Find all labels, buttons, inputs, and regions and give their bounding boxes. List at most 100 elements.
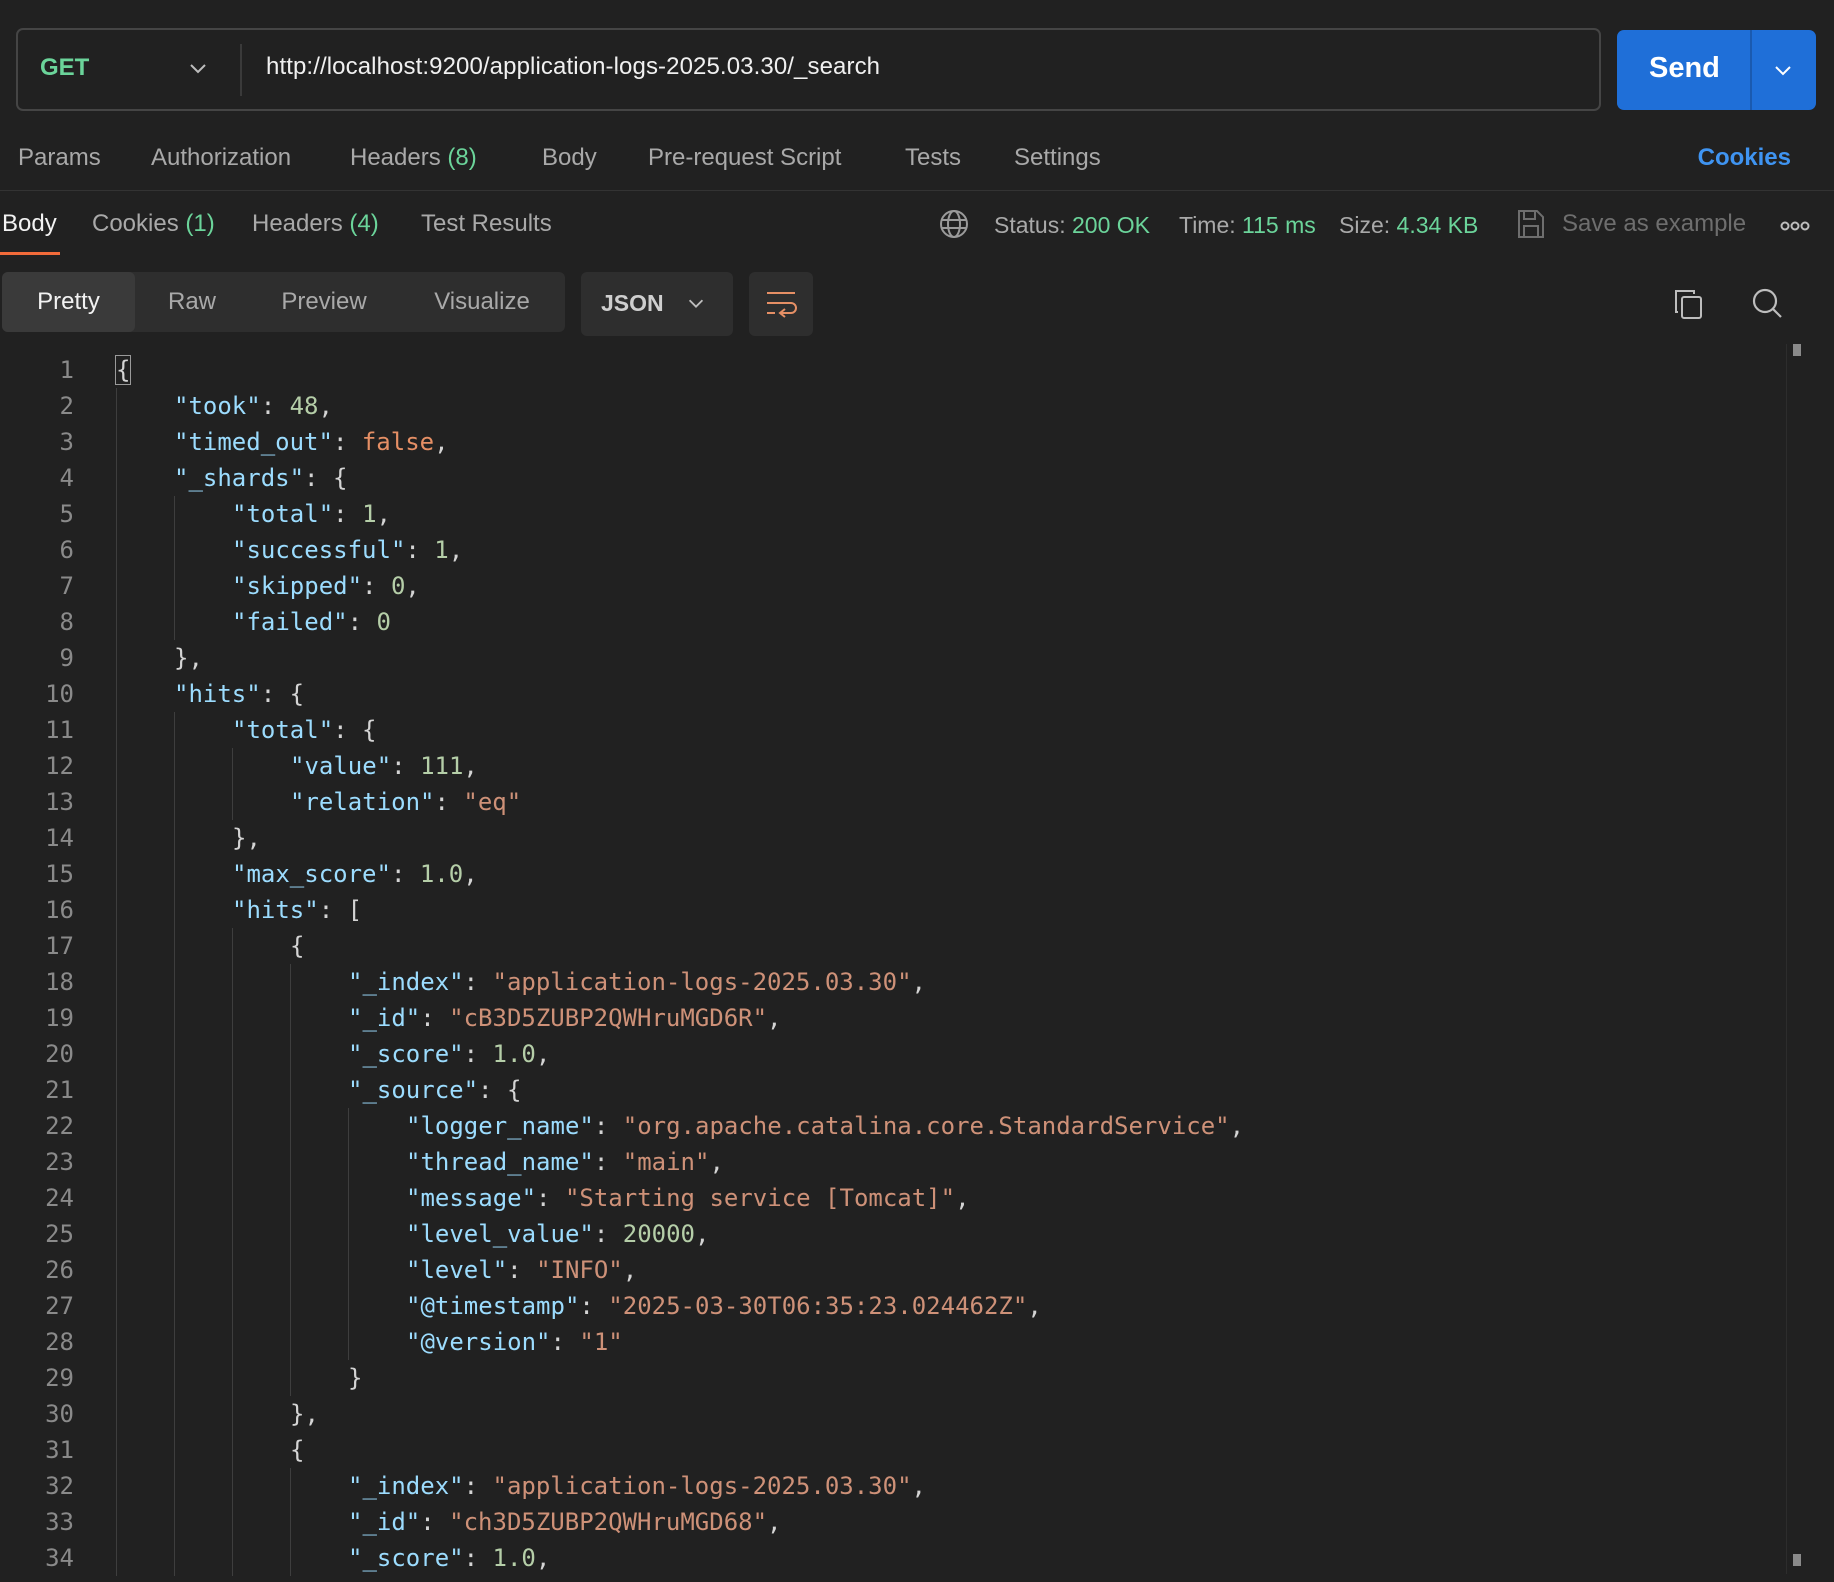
- method-select[interactable]: GET: [18, 30, 240, 109]
- code-token: :: [332, 428, 362, 456]
- indent-guide: [116, 1036, 117, 1072]
- response-tab-cookies[interactable]: Cookies (1): [92, 210, 215, 238]
- more-icon[interactable]: [1780, 220, 1810, 232]
- view-mode-visualize[interactable]: Visualize: [399, 272, 565, 332]
- cookies-link[interactable]: Cookies: [1698, 144, 1791, 172]
- indent-guide: [116, 712, 117, 748]
- indent-guide: [174, 496, 175, 532]
- code-token: :: [463, 1472, 493, 1500]
- code-token: {: [114, 355, 132, 385]
- code-text: "successful": 1,: [232, 532, 463, 568]
- line-number: 31: [45, 1436, 74, 1464]
- code-text: {: [114, 352, 132, 388]
- indent-guide: [116, 460, 117, 496]
- tab-headers[interactable]: Headers (8): [350, 144, 477, 172]
- code-line: 16 "hits": [: [0, 892, 1790, 928]
- code-line: 3 "timed_out": false,: [0, 424, 1790, 460]
- tab-pre-request-script[interactable]: Pre-request Script: [648, 144, 841, 172]
- indent-guide: [232, 1072, 233, 1108]
- line-number: 23: [45, 1148, 74, 1176]
- code-text: "_index": "application-logs-2025.03.30",: [348, 1468, 926, 1504]
- copy-icon[interactable]: [1672, 287, 1704, 321]
- view-mode-pretty[interactable]: Pretty: [2, 272, 135, 332]
- send-label: Send: [1649, 52, 1720, 84]
- code-token: :: [347, 608, 377, 636]
- tab-body[interactable]: Body: [542, 144, 597, 172]
- code-token: : {: [260, 680, 305, 708]
- code-token: 48: [289, 392, 319, 420]
- response-body-editor[interactable]: 1{2 "took": 48, 3 "timed_out": false, 4 "_sha…: [0, 344, 1790, 1582]
- format-select[interactable]: JSON: [581, 272, 733, 336]
- code-token: :: [536, 1184, 565, 1212]
- response-tab-headers[interactable]: Headers (4): [252, 210, 379, 238]
- indent-guide: [116, 532, 117, 568]
- code-token: "org.apache.catalina.core.StandardServic…: [622, 1112, 1230, 1140]
- status-value[interactable]: 200 OK: [1072, 212, 1150, 238]
- view-mode-preview[interactable]: Preview: [249, 272, 399, 332]
- code-text: "_index": "application-logs-2025.03.30",: [348, 964, 926, 1000]
- indent-guide: [174, 712, 175, 748]
- code-line: 11 "total": {: [0, 712, 1790, 748]
- line-number: 4: [59, 464, 74, 492]
- divider: [240, 44, 242, 96]
- format-label: JSON: [601, 290, 664, 316]
- code-text: "value": 111,: [290, 748, 478, 784]
- response-tab-test-results[interactable]: Test Results: [421, 210, 552, 238]
- indent-guide: [116, 856, 117, 892]
- indent-guide: [174, 892, 175, 928]
- code-text: "max_score": 1.0,: [232, 856, 478, 892]
- response-tab-body[interactable]: Body: [2, 210, 57, 238]
- indent-guide: [174, 1000, 175, 1036]
- response-tab-headers-label: Headers: [252, 210, 343, 237]
- code-text: "message": "Starting service [Tomcat]",: [406, 1180, 970, 1216]
- code-text: "hits": [: [232, 892, 362, 928]
- code-token: "_shards": [174, 464, 305, 492]
- vertical-scrollbar[interactable]: [1786, 344, 1805, 1574]
- url-input[interactable]: http://localhost:9200/application-logs-2…: [266, 53, 880, 81]
- line-number: 27: [45, 1292, 74, 1320]
- code-line: 21 "_source": {: [0, 1072, 1790, 1108]
- code-line: 25 "level_value": 20000,: [0, 1216, 1790, 1252]
- code-token: "thread_name": [406, 1148, 594, 1176]
- tab-params[interactable]: Params: [18, 144, 101, 172]
- indent-guide: [232, 1252, 233, 1288]
- indent-guide: [174, 1396, 175, 1432]
- indent-guide: [116, 1468, 117, 1504]
- search-icon[interactable]: [1750, 286, 1784, 320]
- code-line: 17 {: [0, 928, 1790, 964]
- code-token: "successful": [232, 536, 406, 564]
- indent-guide: [232, 964, 233, 1000]
- code-token: "max_score": [232, 860, 391, 888]
- chevron-down-icon: [688, 299, 704, 308]
- time-value[interactable]: 115 ms: [1242, 212, 1316, 238]
- indent-guide: [174, 1036, 175, 1072]
- code-token: :: [463, 968, 493, 996]
- view-mode-raw[interactable]: Raw: [135, 272, 249, 332]
- tab-tests[interactable]: Tests: [905, 144, 961, 172]
- wrap-lines-button[interactable]: [749, 272, 813, 336]
- code-text: "_score": 1.0,: [348, 1540, 550, 1576]
- chevron-down-icon[interactable]: [1771, 58, 1795, 82]
- indent-guide: [232, 1036, 233, 1072]
- code-text: "_id": "ch3D5ZUBP2QWHruMGD68",: [348, 1504, 782, 1540]
- line-number: 6: [59, 536, 74, 564]
- indent-guide: [116, 748, 117, 784]
- tab-authorization[interactable]: Authorization: [151, 144, 291, 172]
- code-token: 20000: [622, 1220, 695, 1248]
- cookies-count: (1): [185, 210, 215, 237]
- code-text: }: [348, 1360, 362, 1396]
- indent-guide: [290, 1504, 291, 1540]
- tab-settings[interactable]: Settings: [1014, 144, 1101, 172]
- time-info: Time: 115 ms: [1179, 212, 1316, 239]
- send-button[interactable]: Send: [1617, 30, 1816, 110]
- globe-icon[interactable]: [938, 208, 970, 240]
- indent-guide: [290, 1360, 291, 1396]
- code-token: false: [361, 428, 435, 456]
- time-label: Time:: [1179, 212, 1236, 238]
- scroll-marker: [1793, 344, 1801, 356]
- indent-guide: [232, 1180, 233, 1216]
- code-token: 1.0: [492, 1544, 536, 1572]
- size-value[interactable]: 4.34 KB: [1397, 212, 1479, 238]
- save-as-example-button[interactable]: Save as example: [1516, 206, 1756, 242]
- indent-guide: [116, 1432, 117, 1468]
